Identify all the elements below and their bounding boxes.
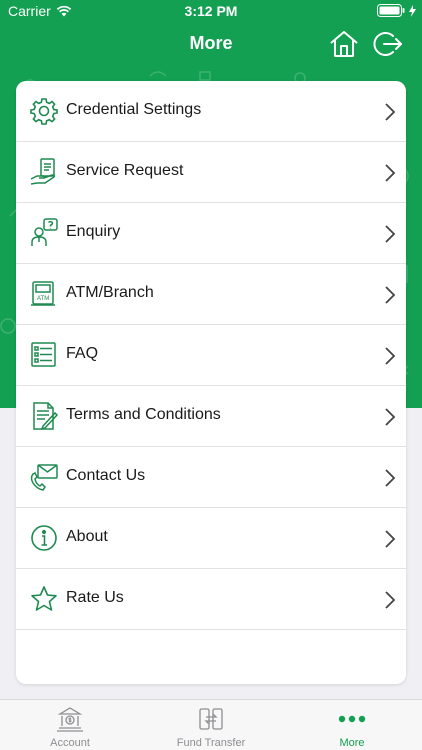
status-time: 3:12 PM [184,3,238,19]
menu-item-contact-us[interactable]: Contact Us [16,447,406,508]
navigation-bar: More [0,22,422,66]
contact-icon [30,464,58,491]
account-icon [57,707,83,732]
menu-item-credential-settings[interactable]: Credential Settings [16,81,406,142]
menu-item-about[interactable]: About [16,508,406,569]
atm-icon: ATM [31,281,55,306]
chevron-right-icon [385,469,396,487]
menu-item-atm-branch[interactable]: ATM ATM/Branch [16,264,406,325]
menu-item-label: ATM/Branch [66,284,154,301]
chevron-right-icon [385,591,396,609]
atm-icon-text: ATM [37,296,49,302]
enquiry-icon [31,218,58,246]
info-icon [31,525,57,551]
chevron-right-icon [385,164,396,182]
tab-label: Fund Transfer [176,737,246,749]
fund-transfer-icon [199,708,223,730]
document-icon [33,402,59,431]
star-icon [31,586,57,611]
tab-fund-transfer[interactable]: Fund Transfer [141,700,281,750]
menu-item-rate-us[interactable]: Rate Us [16,569,406,630]
more-dots-icon [338,715,366,723]
chevron-right-icon [385,530,396,548]
chevron-right-icon [385,225,396,243]
chevron-right-icon [385,347,396,365]
menu-item-service-request[interactable]: Service Request [16,142,406,203]
menu-item-label: Credential Settings [66,101,202,118]
tab-bar: Account Fund Transfer More [0,699,422,750]
charging-icon [409,4,416,17]
menu-item-label: Contact Us [66,467,146,484]
menu-item-enquiry[interactable]: Enquiry [16,203,406,264]
home-icon [330,31,358,57]
tab-label: Account [50,737,90,749]
menu-item-terms-and-conditions[interactable]: Terms and Conditions [16,386,406,447]
service-request-icon [30,158,55,185]
tab-label: More [339,737,365,749]
menu-card: Credential Settings Service Request Enqu… [16,81,406,684]
faq-icon [31,342,56,367]
status-bar: Carrier 3:12 PM [0,0,422,22]
menu-item-label: Rate Us [66,589,124,606]
chevron-right-icon [385,408,396,426]
menu-item-label: About [66,528,108,545]
menu-item-label: Terms and Conditions [66,406,221,423]
menu-item-label: Service Request [66,162,184,179]
logout-icon [373,32,402,56]
menu-item-faq[interactable]: FAQ [16,325,406,386]
menu-item-label: FAQ [66,345,99,362]
logout-button[interactable] [372,28,404,60]
home-button[interactable] [328,28,360,60]
tab-more[interactable]: More [282,700,422,750]
gear-icon [30,98,58,125]
chevron-right-icon [385,103,396,121]
chevron-right-icon [385,286,396,304]
battery-icon [377,4,416,17]
tab-account[interactable]: Account [0,700,140,750]
menu-item-label: Enquiry [66,223,121,240]
